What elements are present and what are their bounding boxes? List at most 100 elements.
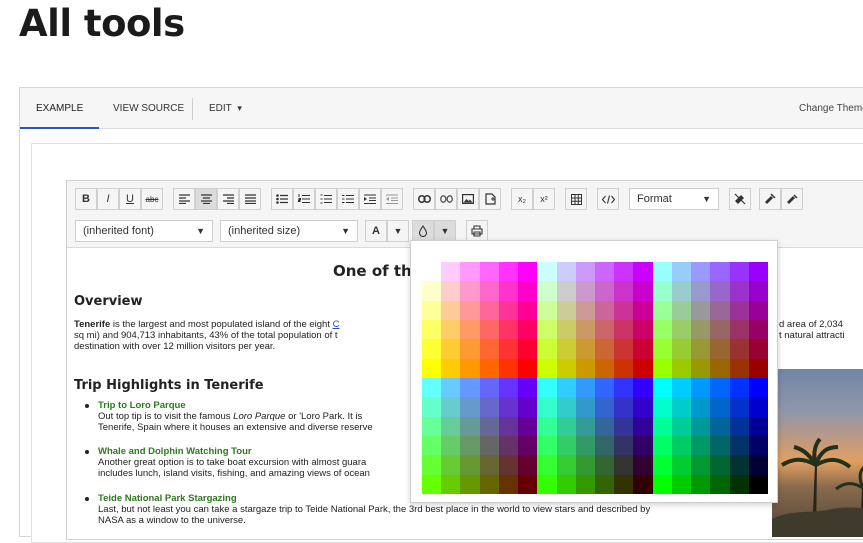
color-swatch[interactable] [748,397,768,417]
color-swatch[interactable] [441,416,461,436]
strikethrough-button[interactable]: abc [141,188,163,210]
checklist-button[interactable] [337,188,359,210]
color-swatch[interactable] [498,358,519,378]
color-swatch[interactable] [441,339,461,359]
color-swatch[interactable] [729,262,749,282]
color-swatch[interactable] [729,436,749,456]
color-swatch[interactable] [441,281,461,301]
color-swatch[interactable] [537,455,557,475]
color-swatch[interactable] [595,300,615,320]
color-swatch[interactable] [691,474,711,494]
color-swatch[interactable] [422,320,442,340]
color-swatch[interactable] [652,436,672,456]
color-swatch[interactable] [556,262,576,282]
format-dropdown[interactable]: Format ▼ [629,188,719,210]
color-swatch[interactable] [460,339,480,359]
color-swatch[interactable] [633,474,653,494]
color-swatch[interactable] [422,436,442,456]
color-swatch[interactable] [575,378,595,398]
color-swatch[interactable] [441,436,461,456]
color-swatch[interactable] [422,262,442,282]
color-swatch[interactable] [518,262,538,282]
color-swatch[interactable] [595,416,615,436]
color-swatch[interactable] [729,320,749,340]
color-swatch[interactable] [556,474,576,494]
color-swatch[interactable] [460,416,480,436]
color-swatch[interactable] [460,397,480,417]
color-swatch[interactable] [575,436,595,456]
color-swatch[interactable] [518,358,538,378]
bold-button[interactable]: B [75,188,97,210]
tab-example[interactable]: EXAMPLE [19,88,100,129]
align-center-button[interactable] [195,188,217,210]
color-swatch[interactable] [710,474,730,494]
color-swatch[interactable] [614,436,634,456]
color-swatch[interactable] [595,474,615,494]
color-swatch[interactable] [671,474,692,494]
color-swatch[interactable] [479,436,499,456]
color-swatch[interactable] [556,358,576,378]
color-swatch[interactable] [556,281,576,301]
color-swatch[interactable] [748,416,768,436]
outdent-button[interactable] [381,188,403,210]
color-swatch[interactable] [537,339,557,359]
color-swatch[interactable] [710,455,730,475]
color-swatch[interactable] [633,397,653,417]
color-swatch[interactable] [614,416,634,436]
color-swatch[interactable] [691,320,711,340]
color-swatch[interactable] [575,397,595,417]
color-swatch[interactable] [537,300,557,320]
color-swatch[interactable] [556,436,576,456]
color-swatch[interactable] [479,300,499,320]
color-swatch[interactable] [498,455,519,475]
color-swatch[interactable] [498,397,519,417]
insert-image-button[interactable] [457,188,479,210]
color-swatch[interactable] [595,339,615,359]
color-swatch[interactable] [518,281,538,301]
font-size-dropdown[interactable]: (inherited size) ▼ [220,220,358,242]
color-swatch[interactable] [460,358,480,378]
color-swatch[interactable] [460,281,480,301]
color-swatch[interactable] [652,300,672,320]
color-swatch[interactable] [518,320,538,340]
color-swatch[interactable] [729,416,749,436]
color-swatch[interactable] [479,320,499,340]
color-swatch[interactable] [652,262,672,282]
color-swatch[interactable] [556,416,576,436]
print-button[interactable] [466,220,488,242]
color-swatch[interactable] [691,455,711,475]
color-swatch[interactable] [729,281,749,301]
color-swatch[interactable] [633,378,653,398]
color-swatch[interactable] [479,358,499,378]
color-swatch[interactable] [671,262,692,282]
color-swatch[interactable] [710,397,730,417]
source-code-button[interactable] [597,188,619,210]
color-swatch[interactable] [614,300,634,320]
color-swatch[interactable] [729,455,749,475]
color-swatch[interactable] [441,262,461,282]
color-swatch[interactable] [595,436,615,456]
color-swatch[interactable] [575,455,595,475]
color-swatch[interactable] [595,281,615,301]
color-swatch[interactable] [441,474,461,494]
color-swatch[interactable] [479,378,499,398]
color-swatch[interactable] [671,416,692,436]
color-swatch[interactable] [691,436,711,456]
paint-clear-button[interactable] [781,188,803,210]
color-swatch[interactable] [652,281,672,301]
indent-button[interactable] [359,188,381,210]
color-swatch[interactable] [556,339,576,359]
color-swatch[interactable] [556,378,576,398]
color-swatch[interactable] [729,474,749,494]
color-swatch[interactable] [748,281,768,301]
color-swatch[interactable] [671,378,692,398]
link-button[interactable] [413,188,435,210]
color-swatch[interactable] [595,378,615,398]
color-swatch[interactable] [671,358,692,378]
bullet-list-button[interactable] [271,188,293,210]
color-swatch[interactable] [729,358,749,378]
superscript-button[interactable]: x² [533,188,555,210]
color-swatch[interactable] [479,474,499,494]
align-right-button[interactable] [217,188,239,210]
color-swatch[interactable] [460,320,480,340]
